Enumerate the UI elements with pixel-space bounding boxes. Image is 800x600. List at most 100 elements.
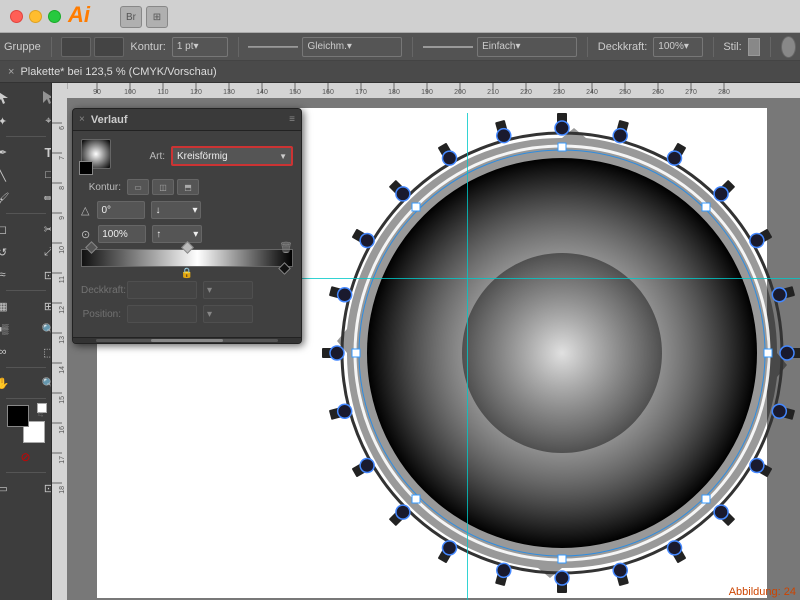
stroke-icon-3[interactable]: ⬒ [177, 179, 199, 195]
svg-text:18: 18 [59, 486, 66, 494]
panel-body: Art: Kreisförmig ▼ Kontur: ▭ [73, 131, 301, 337]
eyedropper-tool[interactable]: 🔍 [27, 318, 53, 340]
foreground-color-swatch[interactable] [7, 405, 29, 427]
shape-tools: ╲ □ [0, 164, 52, 186]
magic-wand-tool[interactable]: ✦ [0, 110, 25, 132]
deckkraft-dropdown: ▾ [203, 281, 253, 299]
direct-selection-tool[interactable] [27, 87, 53, 109]
maximize-button[interactable] [48, 10, 61, 23]
scale-input[interactable]: 100% [98, 225, 146, 243]
panel-title: Verlauf [91, 114, 289, 126]
gradient-tool[interactable]: ■▒ [0, 318, 25, 340]
eraser-tools: ◻ ✂ [0, 218, 52, 240]
kontur-row: Kontur: ▭ ◫ ⬒ [81, 179, 293, 195]
profile-icon[interactable] [781, 36, 796, 58]
fill-stroke-group [61, 37, 124, 57]
scale-tool[interactable]: ⤢ [27, 241, 53, 263]
svg-text:110: 110 [157, 89, 168, 96]
line1-preview [248, 46, 298, 48]
position-row: Position: ▾ [81, 305, 293, 323]
scale-dropdown[interactable]: ↑ ▾ [152, 225, 202, 243]
minimize-button[interactable] [29, 10, 42, 23]
panel-close-button[interactable]: × [79, 114, 85, 125]
rotate-tool[interactable]: ↺ [0, 241, 25, 263]
tool-sep-1 [6, 136, 46, 137]
kontur-dropdown[interactable]: 1 pt ▾ [172, 37, 228, 57]
swap-colors[interactable]: ⇆ [37, 403, 47, 413]
close-button[interactable] [10, 10, 23, 23]
scissors-tool[interactable]: ✂ [27, 218, 53, 240]
separator4 [587, 37, 588, 57]
panel-menu-button[interactable]: ≡ [289, 114, 295, 125]
scrollbar-thumb[interactable] [151, 339, 224, 342]
free-transform-tool[interactable]: ⊡ [27, 264, 53, 286]
none-color[interactable]: ⊘ [4, 446, 48, 468]
stroke-box[interactable] [94, 37, 124, 57]
kontur-panel-label: Kontur: [81, 182, 121, 193]
svg-text:210: 210 [487, 89, 499, 96]
ruler-horizontal: 90 100 110 120 130 140 150 160 170 180 [67, 83, 800, 98]
warp-tool[interactable]: ≈ [0, 264, 25, 286]
selection-tool[interactable] [0, 87, 25, 109]
screen-mode-full[interactable]: ⊡ [27, 477, 53, 499]
eraser-tool[interactable]: ◻ [0, 218, 25, 240]
title-bar: Ai Br ⊞ [0, 0, 800, 33]
graph-tools: ▦ ⊞ [0, 295, 52, 317]
line2-preview [423, 46, 473, 48]
warp-tools: ≈ ⊡ [0, 264, 52, 286]
lasso-tool[interactable]: ⌖ [27, 110, 53, 132]
fill-box[interactable] [61, 37, 91, 57]
gradient-type-dropdown[interactable]: Kreisförmig ▼ [171, 146, 293, 166]
stroke-indicator [79, 161, 93, 175]
screen-mode-normal[interactable]: ▭ [0, 477, 25, 499]
angle-icon: △ [81, 204, 89, 217]
rect-tool[interactable]: □ [27, 164, 53, 186]
doc-close-button[interactable]: × [8, 66, 14, 78]
deckkraft-dropdown[interactable]: 100% ▾ [653, 37, 702, 57]
art-controls: Art: Kreisförmig ▼ [125, 146, 293, 166]
line-tool[interactable]: ╲ [0, 164, 25, 186]
brush-tool[interactable]: 🖌 [0, 187, 25, 209]
mesh-tool[interactable]: ⊞ [27, 295, 53, 317]
svg-text:100: 100 [124, 89, 136, 96]
grid-icon[interactable]: ⊞ [146, 6, 168, 28]
type-tool[interactable]: T [27, 141, 53, 163]
zoom-tool[interactable]: 🔍 [27, 372, 53, 394]
artboard: × Verlauf ≡ Art: [67, 98, 800, 600]
stroke-fill-none: ⊘ [4, 446, 48, 468]
angle-input[interactable]: 0° [97, 201, 145, 219]
delete-stop-button[interactable]: 🗑 [279, 241, 293, 254]
measure-tool[interactable]: ⬚ [27, 341, 53, 363]
stroke-icon-2[interactable]: ◫ [152, 179, 174, 195]
pencil-tool[interactable]: ✏ [27, 187, 53, 209]
color-swatches: ⇆ [7, 405, 45, 443]
stil-swatch[interactable] [748, 38, 761, 56]
graph-tool[interactable]: ▦ [0, 295, 25, 317]
badge-artwork [317, 108, 800, 598]
svg-text:13: 13 [59, 336, 66, 344]
svg-text:190: 190 [421, 89, 433, 96]
pen-tool[interactable]: ✒ [0, 141, 25, 163]
svg-text:12: 12 [59, 306, 66, 314]
svg-text:160: 160 [322, 89, 334, 96]
blend-tool[interactable]: ∞ [0, 341, 25, 363]
document-title: Plakette* bei 123,5 % (CMYK/Vorschau) [20, 66, 216, 78]
line1-dropdown[interactable]: Gleichm. ▾ [302, 37, 402, 57]
svg-text:8: 8 [59, 186, 66, 190]
stil-label: Stil: [723, 41, 741, 53]
hand-tool[interactable]: ✋ [0, 372, 25, 394]
gradient-bar-section: 🗑 🔒 [81, 249, 293, 267]
angle-row: △ 0° ↓ ▾ [81, 201, 293, 219]
line1-group: Gleichm. ▾ [248, 37, 402, 57]
svg-text:90: 90 [93, 89, 101, 96]
pen-tools: ✒ T [0, 141, 52, 163]
document-tab: × Plakette* bei 123,5 % (CMYK/Vorschau) [0, 61, 800, 83]
br-icon[interactable]: Br [120, 6, 142, 28]
angle-dropdown[interactable]: ↓ ▾ [151, 201, 201, 219]
position-dropdown: ▾ [203, 305, 253, 323]
svg-text:6: 6 [59, 126, 66, 130]
stroke-icon-1[interactable]: ▭ [127, 179, 149, 195]
line2-dropdown[interactable]: Einfach ▾ [477, 37, 577, 57]
gradient-preview[interactable] [81, 139, 115, 173]
toolbar: ✦ ⌖ ✒ T ╲ □ 🖌 ✏ ◻ ✂ ↺ ⤢ ≈ ⊡ ▦ [0, 83, 52, 600]
